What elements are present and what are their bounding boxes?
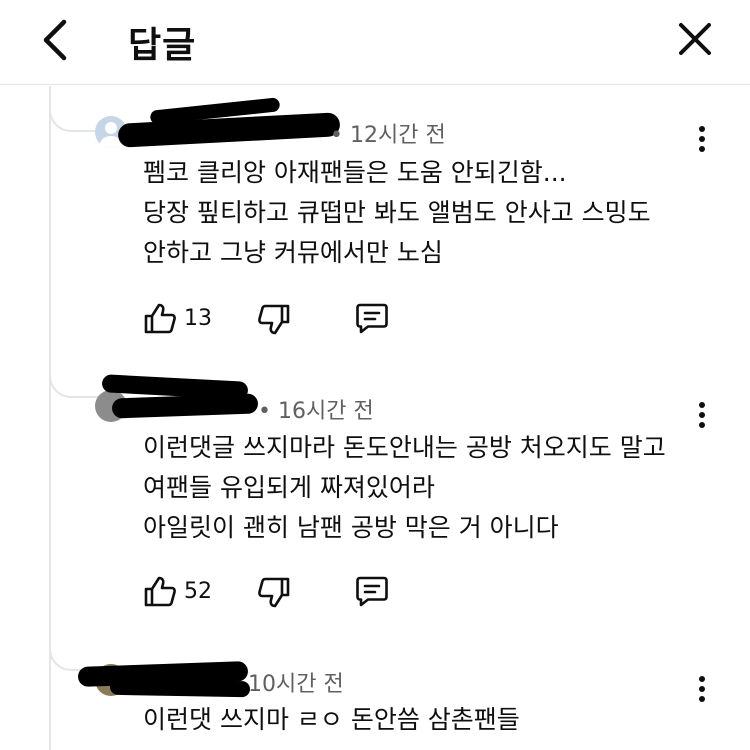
redaction-scribble	[111, 393, 259, 419]
like-count: 52	[184, 579, 212, 604]
comment-text-line: 당장 핖티하고 큐떱만 봐도 앨범도 안사고 스밍도	[143, 198, 651, 227]
more-vertical-icon[interactable]	[697, 676, 707, 706]
comment-meta: 10시간 전	[248, 666, 344, 698]
comment-meta: • 12시간 전	[330, 123, 446, 148]
comment-meta: • 16시간 전	[258, 399, 374, 424]
thread-connector	[49, 104, 99, 132]
thumbs-up-icon[interactable]	[143, 575, 177, 607]
comment-time: 12시간 전	[349, 123, 446, 148]
reply-icon[interactable]	[355, 575, 389, 607]
comment-text-line: 아일릿이 괜히 남팬 공방 막은 거 아니다	[143, 513, 559, 542]
thumbs-down-icon[interactable]	[257, 304, 291, 336]
more-vertical-icon[interactable]	[697, 402, 707, 432]
comment-text-line: 펨코 클리앙 아재팬들은 도움 안되긴함...	[143, 158, 567, 187]
page-title: 답글	[128, 25, 197, 66]
reply-icon[interactable]	[355, 302, 389, 334]
comment-time: 10시간 전	[248, 672, 344, 697]
comment-time: 16시간 전	[277, 399, 374, 424]
header: 답글	[0, 0, 750, 85]
comment-text-line: 안하고 그냥 커뮤에서만 노심	[143, 238, 443, 267]
thumbs-down-icon[interactable]	[257, 577, 291, 609]
close-icon[interactable]	[676, 20, 714, 58]
like-count: 13	[184, 306, 212, 331]
comment-text-line: 여팬들 유입되게 짜져있어라	[143, 473, 435, 502]
redaction-scribble	[109, 678, 251, 698]
thumbs-up-icon[interactable]	[143, 302, 177, 334]
comment-text-line: 이런댓글 쓰지마라 돈도안내는 공방 처오지도 말고	[143, 433, 666, 462]
comment-text-line: 이런댓 쓰지마 ㄹㅇ 돈안씀 삼촌팬들	[143, 705, 520, 734]
more-vertical-icon[interactable]	[697, 126, 707, 156]
thread-connector	[49, 370, 99, 398]
chevron-left-icon[interactable]	[36, 18, 76, 62]
